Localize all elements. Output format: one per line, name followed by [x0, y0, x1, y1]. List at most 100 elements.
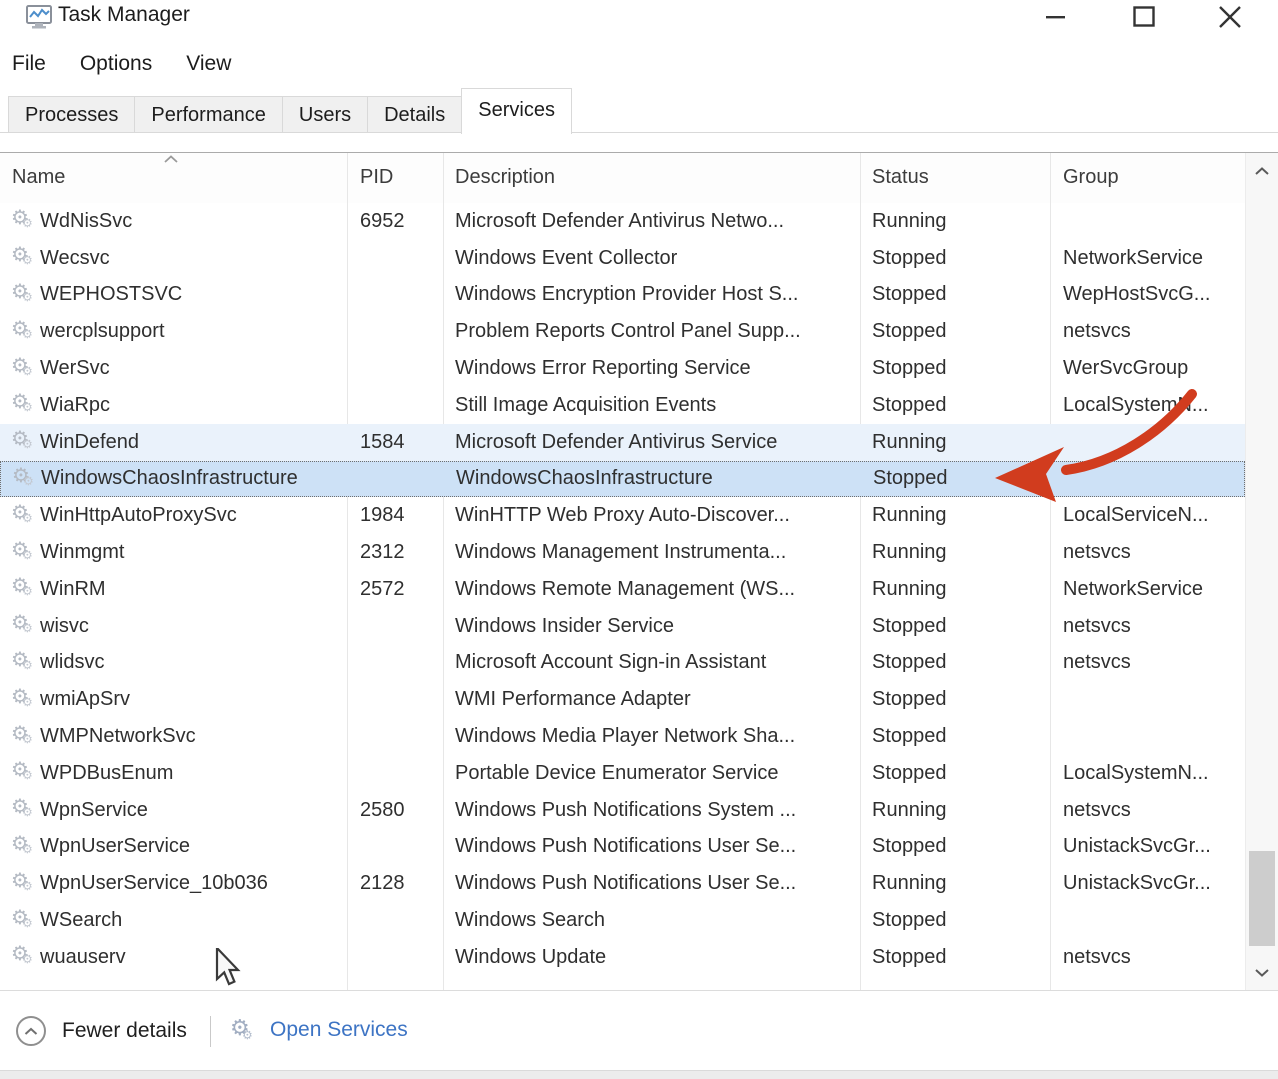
menu-view[interactable]: View [186, 52, 231, 76]
service-description: Windows Push Notifications System ... [443, 799, 860, 822]
service-name: WSearch [40, 909, 347, 932]
service-gear-icon: ⚙ ⚙ [11, 501, 37, 527]
table-row[interactable]: ⚙ ⚙ WiaRpc Still Image Acquisition Event… [0, 387, 1245, 424]
scrollbar-thumb[interactable] [1249, 851, 1275, 946]
tab-users[interactable]: Users [282, 96, 367, 133]
menu-bar: File Options View [0, 44, 265, 84]
table-row[interactable]: ⚙ ⚙ WerSvc Windows Error Reporting Servi… [0, 350, 1245, 387]
service-name: WinDefend [40, 431, 347, 454]
service-status: Running [860, 504, 1050, 527]
chevron-up-circle-icon [16, 1016, 46, 1046]
table-row[interactable]: ⚙ ⚙ WPDBusEnum Portable Device Enumerato… [0, 755, 1245, 792]
table-row[interactable]: ⚙ ⚙ wuauserv Windows Update Stopped nets… [0, 939, 1245, 976]
service-status: Stopped [860, 762, 1050, 785]
service-description: Windows Event Collector [443, 247, 860, 270]
fewer-details-button[interactable]: Fewer details [16, 1016, 187, 1046]
column-header-group[interactable]: Group [1063, 166, 1119, 189]
table-row[interactable]: ⚙ ⚙ WpnUserService_10b036 2128 Windows P… [0, 865, 1245, 902]
service-status: Running [860, 799, 1050, 822]
service-pid: 1984 [347, 504, 443, 527]
column-header-row: Name PID Description Status Group [0, 153, 1245, 203]
service-pid: 2312 [347, 541, 443, 564]
service-name: WpnUserService_10b036 [40, 872, 347, 895]
column-header-pid[interactable]: PID [360, 166, 393, 189]
service-gear-icon: ⚙ ⚙ [11, 906, 37, 932]
service-status: Stopped [860, 283, 1050, 306]
table-row[interactable]: ⚙ ⚙ WSearch Windows Search Stopped [0, 902, 1245, 939]
service-description: Microsoft Account Sign-in Assistant [443, 651, 860, 674]
menu-options[interactable]: Options [80, 52, 152, 76]
table-row[interactable]: ⚙ ⚙ WinHttpAutoProxySvc 1984 WinHTTP Web… [0, 497, 1245, 534]
service-description: Problem Reports Control Panel Supp... [443, 320, 860, 343]
menu-file[interactable]: File [12, 52, 46, 76]
service-status: Running [860, 578, 1050, 601]
scroll-down-icon[interactable] [1246, 958, 1278, 986]
service-group: netsvcs [1050, 541, 1245, 564]
service-status: Running [860, 431, 1050, 454]
service-name: wercplsupport [40, 320, 347, 343]
service-gear-icon: ⚙ ⚙ [11, 611, 37, 637]
service-status: Stopped [860, 909, 1050, 932]
service-group: netsvcs [1050, 946, 1245, 969]
service-name: Winmgmt [40, 541, 347, 564]
service-description: Windows Encryption Provider Host S... [443, 283, 860, 306]
service-name: WMPNetworkSvc [40, 725, 347, 748]
table-row[interactable]: ⚙ ⚙ WinRM 2572 Windows Remote Management… [0, 571, 1245, 608]
service-description: Microsoft Defender Antivirus Netwo... [443, 210, 860, 233]
close-button[interactable] [1208, 0, 1252, 34]
service-gear-icon: ⚙ ⚙ [11, 869, 37, 895]
table-row[interactable]: ⚙ ⚙ wlidsvc Microsoft Account Sign-in As… [0, 645, 1245, 682]
column-header-description[interactable]: Description [455, 166, 555, 189]
scroll-up-icon[interactable] [1246, 157, 1278, 185]
tab-processes[interactable]: Processes [8, 96, 134, 133]
service-group: netsvcs [1050, 651, 1245, 674]
sort-ascending-icon [164, 155, 178, 164]
service-status: Stopped [860, 725, 1050, 748]
table-row[interactable]: ⚙ ⚙ wisvc Windows Insider Service Stoppe… [0, 608, 1245, 645]
service-status: Stopped [860, 357, 1050, 380]
table-row[interactable]: ⚙ ⚙ WindowsChaosInfrastructure WindowsCh… [0, 461, 1245, 498]
table-row[interactable]: ⚙ ⚙ WEPHOSTSVC Windows Encryption Provid… [0, 277, 1245, 314]
tab-services[interactable]: Services [461, 88, 572, 134]
service-status: Stopped [860, 835, 1050, 858]
table-row[interactable]: ⚙ ⚙ WinDefend 1584 Microsoft Defender An… [0, 424, 1245, 461]
vertical-scrollbar[interactable] [1245, 153, 1278, 990]
service-group: LocalSystemN... [1050, 762, 1245, 785]
service-status: Stopped [860, 394, 1050, 417]
column-header-name[interactable]: Name [12, 166, 65, 189]
table-row[interactable]: ⚙ ⚙ wercplsupport Problem Reports Contro… [0, 313, 1245, 350]
service-gear-icon: ⚙ ⚙ [11, 317, 37, 343]
service-name: WpnService [40, 799, 347, 822]
service-gear-icon: ⚙ ⚙ [11, 538, 37, 564]
service-group: WerSvcGroup [1050, 357, 1245, 380]
service-status: Stopped [861, 467, 1051, 490]
service-description: Windows Search [443, 909, 860, 932]
window-title: Task Manager [58, 3, 190, 27]
column-header-status[interactable]: Status [872, 166, 929, 189]
table-row[interactable]: ⚙ ⚙ WdNisSvc 6952 Microsoft Defender Ant… [0, 203, 1245, 240]
service-description: Microsoft Defender Antivirus Service [443, 431, 860, 454]
service-gear-icon: ⚙ ⚙ [11, 648, 37, 674]
service-group: netsvcs [1050, 615, 1245, 638]
service-status: Running [860, 210, 1050, 233]
service-status: Stopped [860, 320, 1050, 343]
service-group: WepHostSvcG... [1050, 283, 1245, 306]
table-row[interactable]: ⚙ ⚙ WpnService 2580 Windows Push Notific… [0, 792, 1245, 829]
service-group: LocalServiceN... [1050, 504, 1245, 527]
maximize-button[interactable] [1122, 0, 1166, 34]
service-gear-icon: ⚙ ⚙ [11, 354, 37, 380]
title-bar: Task Manager [0, 0, 1278, 38]
open-services-link[interactable]: ⚙ ⚙ Open Services [230, 1016, 408, 1044]
table-row[interactable]: ⚙ ⚙ WMPNetworkSvc Windows Media Player N… [0, 718, 1245, 755]
table-row[interactable]: ⚙ ⚙ Wecsvc Windows Event Collector Stopp… [0, 240, 1245, 277]
tab-performance[interactable]: Performance [134, 96, 282, 133]
tab-details[interactable]: Details [367, 96, 461, 133]
service-pid: 2128 [347, 872, 443, 895]
table-row[interactable]: ⚙ ⚙ wmiApSrv WMI Performance Adapter Sto… [0, 681, 1245, 718]
open-services-label: Open Services [270, 1018, 408, 1042]
service-description: Portable Device Enumerator Service [443, 762, 860, 785]
table-row[interactable]: ⚙ ⚙ WpnUserService Windows Push Notifica… [0, 829, 1245, 866]
table-row[interactable]: ⚙ ⚙ Winmgmt 2312 Windows Management Inst… [0, 534, 1245, 571]
service-gear-icon: ⚙ ⚙ [11, 574, 37, 600]
minimize-button[interactable] [1034, 0, 1078, 34]
